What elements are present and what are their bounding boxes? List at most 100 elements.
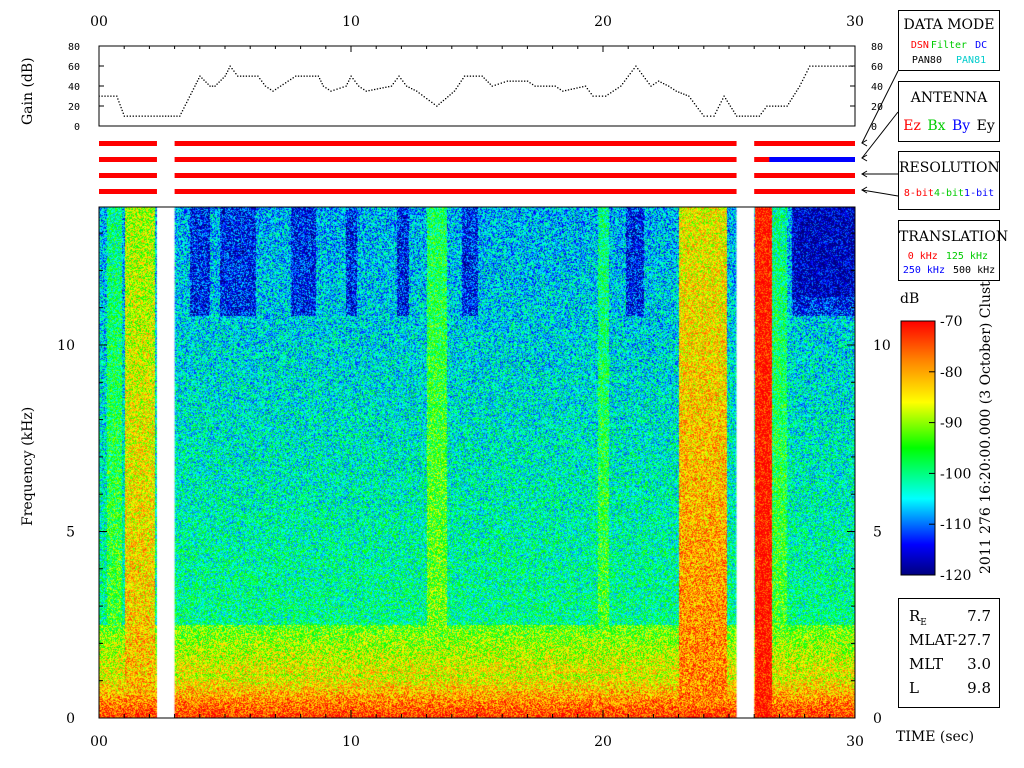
gain-point — [354, 80, 356, 82]
gain-point — [237, 75, 239, 77]
gain-point — [741, 115, 744, 117]
colorbar-unit-label: dB — [900, 291, 920, 307]
gain-point — [295, 75, 297, 77]
gain-point — [222, 77, 224, 79]
gain-point — [413, 89, 415, 91]
gain-point — [607, 93, 609, 96]
data-mode-row-2: PAN80 PAN81 — [899, 55, 999, 66]
gain-point — [652, 83, 655, 86]
gain-point — [543, 85, 545, 87]
gain-point — [680, 92, 682, 94]
gain-point — [116, 95, 118, 97]
gain-point — [827, 65, 829, 67]
gain-point — [728, 103, 730, 105]
gain-point — [845, 65, 847, 67]
gain-point — [410, 88, 413, 90]
gain-point — [491, 85, 493, 87]
gain-point — [726, 100, 728, 102]
gain-point — [159, 115, 161, 117]
gain-point — [648, 83, 650, 85]
gain-point — [188, 96, 191, 98]
translation-box: TRANSLATION 0 kHz 125 kHz 250 kHz 500 kH… — [898, 220, 1009, 281]
gain-point — [554, 85, 556, 87]
res-4bit: 4-bit — [933, 188, 965, 199]
gain-point — [198, 78, 200, 80]
gain-point — [205, 81, 207, 83]
gain-point — [644, 78, 647, 80]
gain-point — [848, 65, 850, 67]
gain-point — [233, 70, 235, 72]
gain-point — [317, 75, 320, 77]
gain-point — [518, 80, 520, 82]
gain-point — [242, 75, 245, 77]
status-bar — [99, 157, 157, 162]
gain-tick-label: 80 — [68, 42, 80, 53]
gain-point — [438, 103, 440, 105]
y-tick-label-right: 10 — [873, 338, 891, 354]
gain-point — [180, 112, 182, 115]
info-value: -27.7 — [952, 631, 991, 649]
gain-point — [101, 95, 103, 97]
gain-point — [786, 105, 788, 107]
gain-point — [162, 115, 164, 117]
gain-point — [526, 80, 529, 82]
colorbar-tick-label: -110 — [940, 517, 971, 533]
res-1bit: 1-bit — [964, 188, 995, 199]
status-bar — [754, 173, 855, 178]
gain-point — [345, 85, 347, 87]
gain-point — [736, 115, 738, 117]
gain-point — [693, 103, 696, 105]
x-tick-label-top: 10 — [342, 14, 360, 30]
gain-point — [701, 113, 703, 115]
gain-point — [487, 81, 489, 83]
gain-point — [803, 76, 805, 79]
info-key: MLAT — [909, 631, 955, 649]
gain-point — [183, 107, 185, 109]
gain-point — [225, 73, 228, 75]
gain-point — [356, 83, 358, 85]
gain-point — [121, 109, 123, 112]
gain-point — [472, 75, 475, 77]
translation-title: TRANSLATION — [899, 229, 1009, 245]
gain-point — [248, 75, 250, 77]
gain-point — [657, 80, 660, 82]
gain-point — [314, 75, 317, 77]
gain-point — [187, 99, 189, 101]
info-row-mlat: MLAT -27.7 — [909, 631, 991, 653]
gain-point — [833, 65, 835, 67]
gain-point — [469, 75, 472, 77]
gain-point — [557, 87, 559, 89]
gain-point — [734, 113, 736, 115]
gain-point — [170, 115, 172, 117]
gain-point — [264, 85, 267, 87]
gain-point — [342, 86, 344, 88]
gain-point — [729, 105, 732, 107]
gain-point — [239, 75, 242, 77]
gain-point — [368, 89, 370, 92]
gain-point — [203, 79, 205, 81]
gain-point — [747, 115, 749, 117]
gain-point — [792, 95, 795, 97]
translation-row-2: 250 kHz 500 kHz — [899, 265, 999, 276]
gain-point — [147, 115, 149, 117]
gain-point — [306, 75, 308, 77]
gain-point — [209, 85, 211, 87]
colorbar: -70 -80 -90 -100 -110 -120 — [900, 314, 971, 584]
gain-point — [723, 95, 725, 97]
gain-point — [697, 108, 699, 110]
antenna-row: Ez Bx By Ey — [899, 118, 999, 134]
gain-point — [418, 92, 420, 94]
info-row-mlt: MLT 3.0 — [909, 655, 991, 677]
gain-point — [322, 85, 325, 87]
gain-point — [588, 90, 590, 92]
antenna-by: By — [951, 118, 971, 134]
gain-point — [764, 108, 766, 110]
gain-point — [662, 83, 665, 85]
gain-point — [529, 82, 531, 84]
info-row-l: L 9.8 — [909, 679, 991, 701]
gain-point — [312, 75, 314, 77]
gain-point — [625, 78, 628, 80]
status-bar — [174, 141, 737, 146]
gain-point — [150, 115, 152, 117]
gain-point — [777, 105, 780, 107]
